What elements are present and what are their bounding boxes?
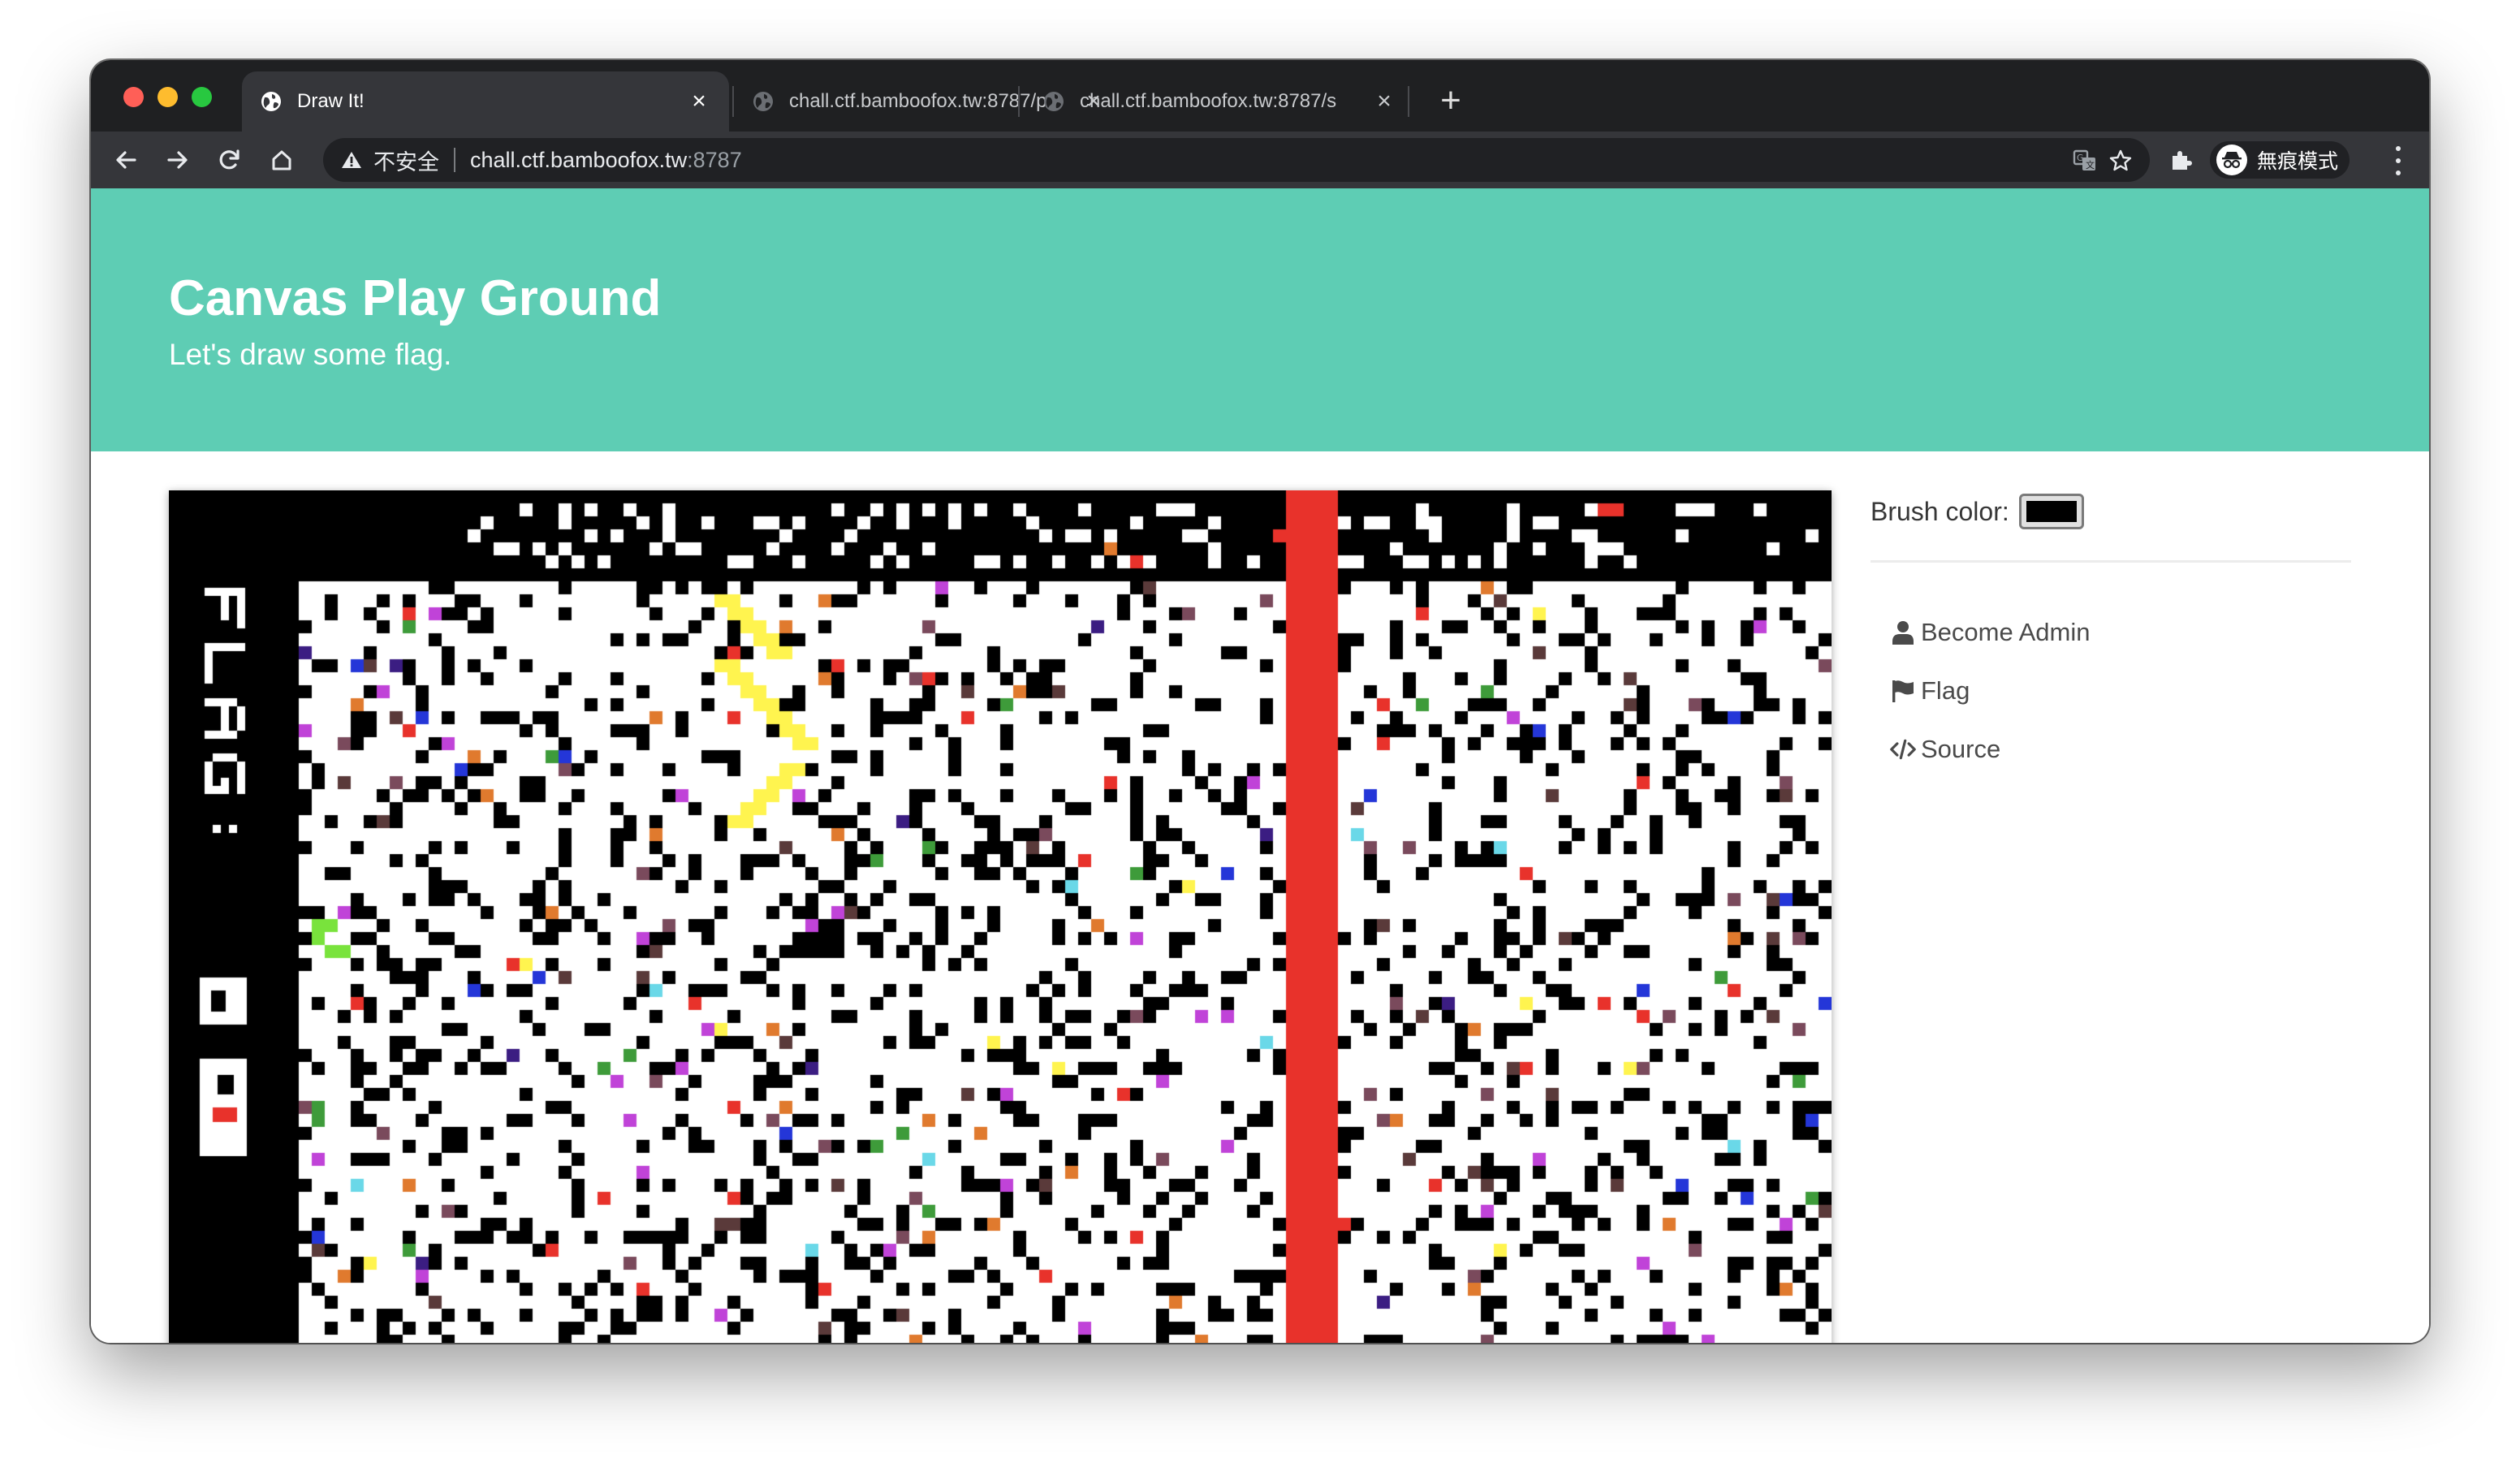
menu-item-label: Flag [1921, 676, 1970, 705]
close-icon[interactable]: × [1372, 89, 1396, 114]
tab-title: chall.ctf.bamboofox.tw:8787/s [1080, 90, 1337, 112]
svg-text:G: G [2077, 153, 2084, 163]
page-subtitle: Let's draw some flag. [169, 338, 452, 371]
brush-color-label: Brush color: [1871, 496, 2009, 526]
menu-dot [2396, 158, 2401, 163]
browser-menu-button[interactable] [2390, 143, 2406, 179]
brush-color-picker[interactable] [2018, 494, 2084, 529]
window-minimize-button[interactable] [158, 87, 178, 107]
reload-button[interactable] [209, 140, 250, 180]
user-icon [1890, 619, 1916, 645]
page-title: Canvas Play Ground [169, 270, 662, 326]
become-admin-link[interactable]: Become Admin [1871, 603, 2351, 662]
window-maximize-button[interactable] [192, 87, 212, 107]
incognito-profile-button[interactable]: 無痕模式 [2210, 141, 2350, 179]
browser-window: Draw It! × chall.ctf.bamboofox.tw:8787/p… [91, 60, 2429, 1343]
back-button[interactable] [106, 140, 146, 180]
menu-dot [2396, 146, 2401, 152]
drawing-canvas[interactable] [169, 490, 1832, 1343]
tab-strip: Draw It! × chall.ctf.bamboofox.tw:8787/p… [91, 60, 2429, 132]
star-icon[interactable] [2108, 148, 2134, 174]
incognito-icon [2216, 145, 2247, 175]
security-status-label: 不安全 [373, 149, 439, 175]
tab-separator [1018, 86, 1020, 117]
forward-button[interactable] [158, 140, 198, 180]
drawing-canvas-container [169, 490, 1832, 1343]
source-link[interactable]: Source [1871, 720, 2351, 779]
globe-icon [1042, 90, 1065, 113]
close-icon[interactable]: × [687, 89, 711, 114]
reload-icon [219, 149, 239, 170]
divider [454, 148, 455, 172]
warning-icon[interactable] [341, 149, 364, 171]
window-close-button[interactable] [123, 87, 144, 107]
home-button[interactable] [261, 140, 302, 180]
divider [1871, 560, 2351, 563]
hero-banner: Canvas Play Ground Let's draw some flag. [91, 188, 2429, 451]
code-icon [1890, 736, 1916, 762]
flag-icon [1890, 678, 1916, 704]
svg-text:文: 文 [2086, 159, 2095, 170]
address-bar[interactable]: 不安全 chall.ctf.bamboofox.tw :8787 G文 [323, 138, 2150, 182]
new-tab-button[interactable]: + [1430, 81, 1471, 122]
extensions-button[interactable] [2161, 140, 2202, 180]
puzzle-icon [2173, 151, 2192, 170]
page-content: Canvas Play Ground Let's draw some flag.… [91, 188, 2429, 1343]
profile-label: 無痕模式 [2257, 150, 2339, 173]
brush-color-row: Brush color: [1871, 490, 2351, 533]
brush-color-swatch [2026, 501, 2077, 522]
arrow-left-icon [116, 151, 136, 169]
globe-icon [260, 90, 283, 113]
arrow-right-icon [167, 151, 188, 169]
flag-link[interactable]: Flag [1871, 662, 2351, 720]
globe-icon [752, 90, 775, 113]
sidebar-menu: Become Admin Flag Source [1871, 603, 2351, 779]
url-host: chall.ctf.bamboofox.tw [470, 147, 688, 172]
tab-separator [1408, 86, 1409, 117]
menu-item-label: Source [1921, 735, 2001, 763]
tab-draw-it[interactable]: Draw It! × [242, 71, 729, 132]
url-port: :8787 [687, 147, 742, 172]
home-icon [272, 150, 291, 170]
translate-icon[interactable]: G文 [2072, 148, 2098, 174]
menu-dot [2396, 170, 2401, 175]
sidebar: Brush color: Become Admin Flag Source [1871, 490, 2351, 779]
tab-title: Draw It! [297, 90, 365, 112]
tab-chall-s[interactable]: chall.ctf.bamboofox.tw:8787/s × [1025, 71, 1414, 132]
menu-item-label: Become Admin [1921, 618, 2091, 646]
browser-toolbar: 不安全 chall.ctf.bamboofox.tw :8787 G文 無痕模式 [91, 132, 2429, 188]
